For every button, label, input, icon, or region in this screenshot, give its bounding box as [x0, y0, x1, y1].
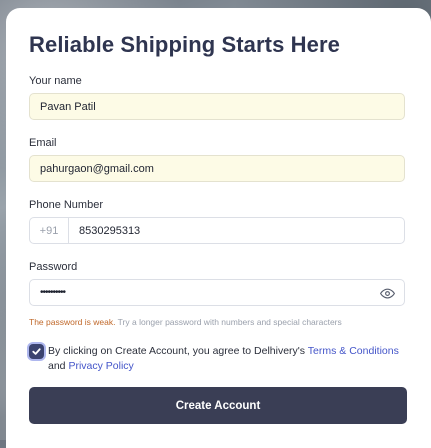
phone-input[interactable]: +91 8530295313 — [29, 217, 405, 244]
consent-text: By clicking on Create Account, you agree… — [48, 344, 408, 374]
password-value: •••••••••• — [40, 287, 66, 298]
name-label: Your name — [29, 75, 82, 87]
privacy-policy-link[interactable]: Privacy Policy — [68, 360, 133, 372]
eye-icon[interactable] — [380, 286, 395, 301]
email-value: pahurgaon@gmail.com — [40, 162, 154, 175]
consent-checkbox[interactable] — [29, 344, 44, 359]
phone-label: Phone Number — [29, 199, 103, 211]
phone-value: 8530295313 — [79, 224, 141, 237]
name-input[interactable]: Pavan Patil — [29, 93, 405, 120]
email-label: Email — [29, 137, 57, 149]
page-title: Reliable Shipping Starts Here — [29, 32, 340, 57]
email-input[interactable]: pahurgaon@gmail.com — [29, 155, 405, 182]
name-value: Pavan Patil — [40, 100, 96, 113]
password-strength-status: The password is weak. — [29, 317, 116, 327]
password-label: Password — [29, 261, 78, 273]
password-strength-hint: The password is weak. Try a longer passw… — [29, 317, 342, 327]
password-input[interactable]: •••••••••• — [29, 279, 405, 306]
create-account-button[interactable]: Create Account — [29, 387, 407, 424]
signup-card: Reliable Shipping Starts Here Your name … — [6, 8, 431, 448]
consent-and: and — [48, 360, 66, 372]
terms-link[interactable]: Terms & Conditions — [308, 345, 399, 357]
password-strength-tip: Try a longer password with numbers and s… — [117, 317, 342, 327]
country-code-prefix: +91 — [30, 218, 69, 243]
consent-text-before: By clicking on Create Account, you agree… — [48, 345, 306, 357]
